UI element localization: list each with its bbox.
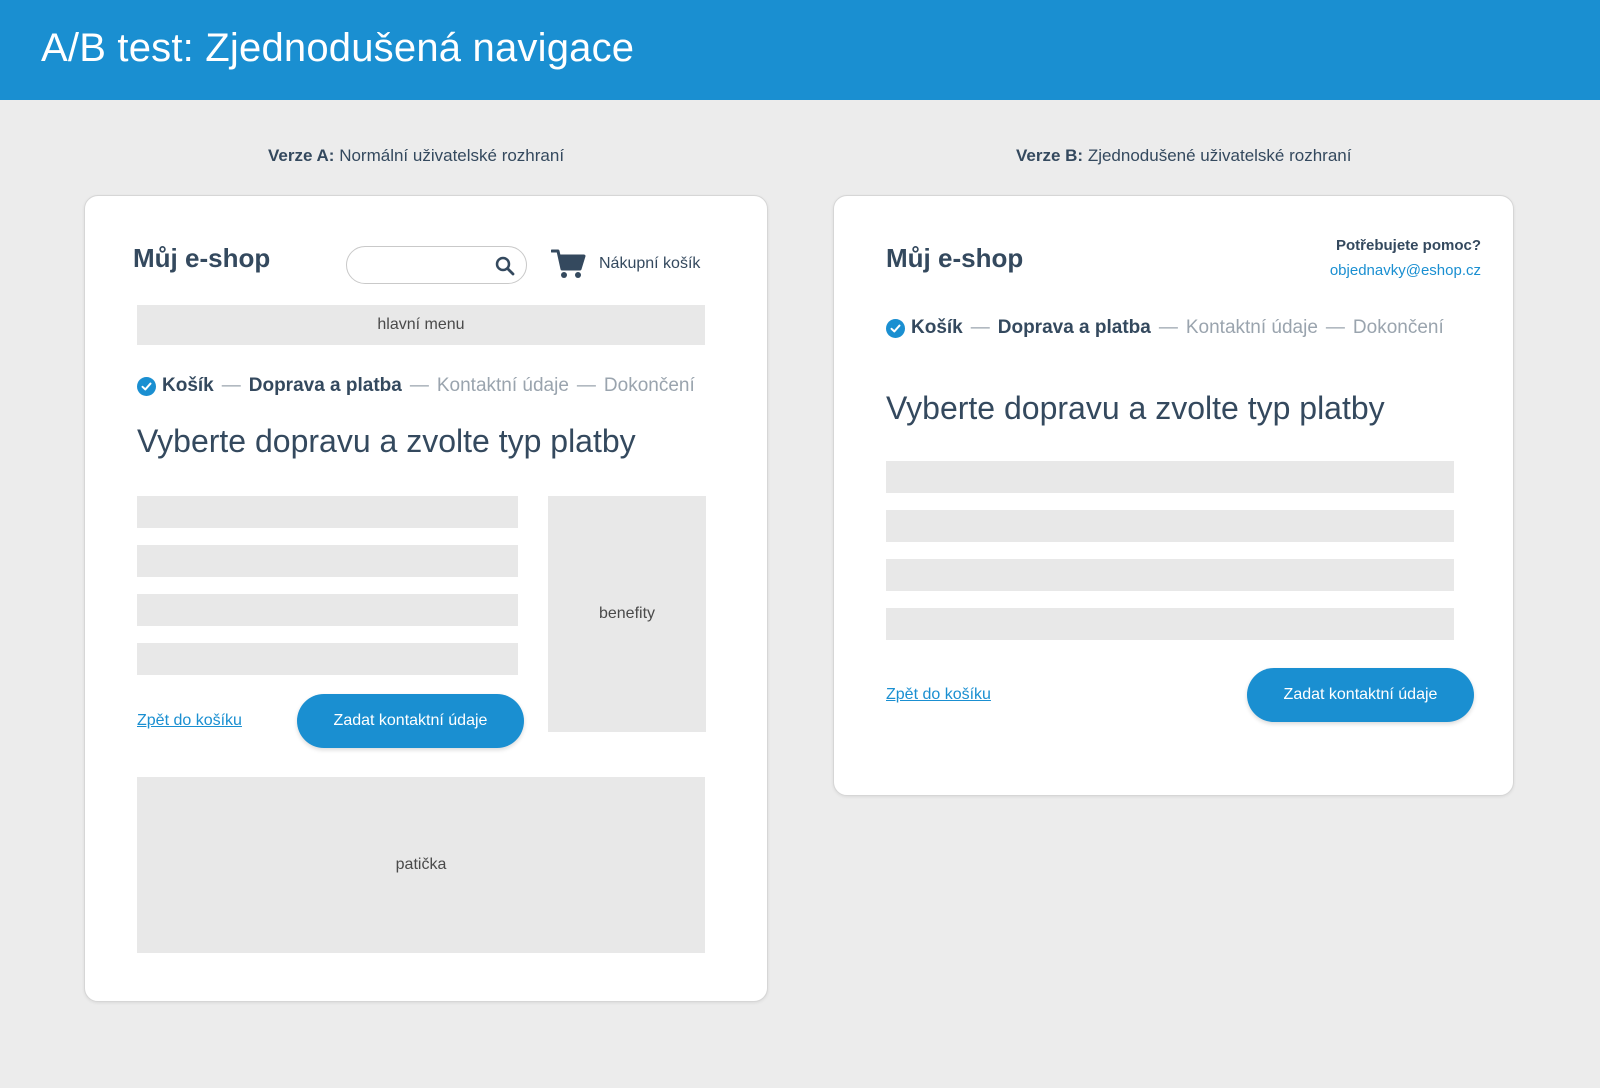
- version-a-label-bold: Verze A:: [268, 146, 335, 165]
- step-1-label[interactable]: Košík: [911, 317, 963, 339]
- payment-option-1[interactable]: [886, 559, 1454, 591]
- footer-placeholder: patička: [137, 777, 705, 953]
- help-email-link[interactable]: objednavky@eshop.cz: [1330, 262, 1481, 279]
- shop-logo[interactable]: Můj e-shop: [886, 243, 1023, 274]
- version-b-label: Verze B: Zjednodušené uživatelské rozhra…: [1016, 146, 1351, 166]
- payment-option-2[interactable]: [137, 643, 518, 675]
- cart-link[interactable]: Nákupní košík: [599, 255, 700, 273]
- check-icon: [137, 376, 156, 396]
- page-title: A/B test: Zjednodušená navigace: [41, 26, 635, 70]
- shipping-option-1[interactable]: [137, 496, 518, 528]
- payment-option-1[interactable]: [137, 594, 518, 626]
- step-2-label: Doprava a platba: [997, 317, 1151, 338]
- step-separator: —: [221, 375, 241, 396]
- help-label: Potřebujete pomoc?: [1335, 237, 1481, 254]
- shipping-option-2[interactable]: [137, 545, 518, 577]
- enter-contact-details-button[interactable]: Zadat kontaktní údaje: [297, 694, 524, 748]
- version-a-label: Verze A: Normální uživatelské rozhraní: [268, 146, 564, 166]
- step-4-label: Dokončení: [603, 375, 695, 396]
- step-1-label[interactable]: Košík: [162, 375, 214, 397]
- step-3-label: Kontaktní údaje: [436, 375, 569, 396]
- benefits-panel: benefity: [548, 496, 706, 732]
- section-heading: Vyberte dopravu a zvolte typ platby: [137, 423, 636, 459]
- header-bar: A/B test: Zjednodušená navigace: [0, 0, 1600, 100]
- search-input[interactable]: [359, 253, 489, 277]
- search-icon[interactable]: [495, 256, 515, 281]
- shop-logo[interactable]: Můj e-shop: [133, 243, 270, 274]
- step-2-label: Doprava a platba: [248, 375, 402, 396]
- cart-icon[interactable]: [550, 248, 587, 285]
- main-menu[interactable]: hlavní menu: [137, 305, 705, 345]
- shipping-option-1[interactable]: [886, 461, 1454, 493]
- back-to-cart-link[interactable]: Zpět do košíku: [137, 712, 242, 730]
- checkout-steps: Košík — Doprava a platba — Kontaktní údaje — D…: [886, 317, 1444, 339]
- version-b-label-bold: Verze B:: [1016, 146, 1084, 165]
- step-separator: —: [1158, 317, 1178, 338]
- version-b-card: Můj e-shop Potřebujete pomoc? objednavky…: [833, 195, 1514, 796]
- version-a-card: Můj e-shop Nákupní košík hlavní menu Koš…: [84, 195, 768, 1002]
- section-heading: Vyberte dopravu a zvolte typ platby: [886, 390, 1385, 426]
- footer-label: patička: [395, 856, 447, 873]
- step-separator: —: [409, 375, 429, 396]
- version-b-label-text: Zjednodušené uživatelské rozhraní: [1083, 146, 1352, 165]
- benefits-label: benefity: [598, 605, 656, 622]
- version-a-label-text: Normální uživatelské rozhraní: [334, 146, 565, 165]
- step-separator: —: [970, 317, 990, 338]
- check-icon: [886, 318, 905, 338]
- step-separator: —: [1325, 317, 1345, 338]
- checkout-steps: Košík — Doprava a platba — Kontaktní údaje — D…: [137, 375, 695, 397]
- search-box[interactable]: [346, 246, 527, 284]
- main-menu-label: hlavní menu: [377, 316, 465, 333]
- payment-option-2[interactable]: [886, 608, 1454, 640]
- back-to-cart-link[interactable]: Zpět do košíku: [886, 686, 991, 704]
- enter-contact-details-button[interactable]: Zadat kontaktní údaje: [1247, 668, 1474, 722]
- step-3-label: Kontaktní údaje: [1185, 317, 1318, 338]
- step-4-label: Dokončení: [1352, 317, 1444, 338]
- step-separator: —: [576, 375, 596, 396]
- shipping-option-2[interactable]: [886, 510, 1454, 542]
